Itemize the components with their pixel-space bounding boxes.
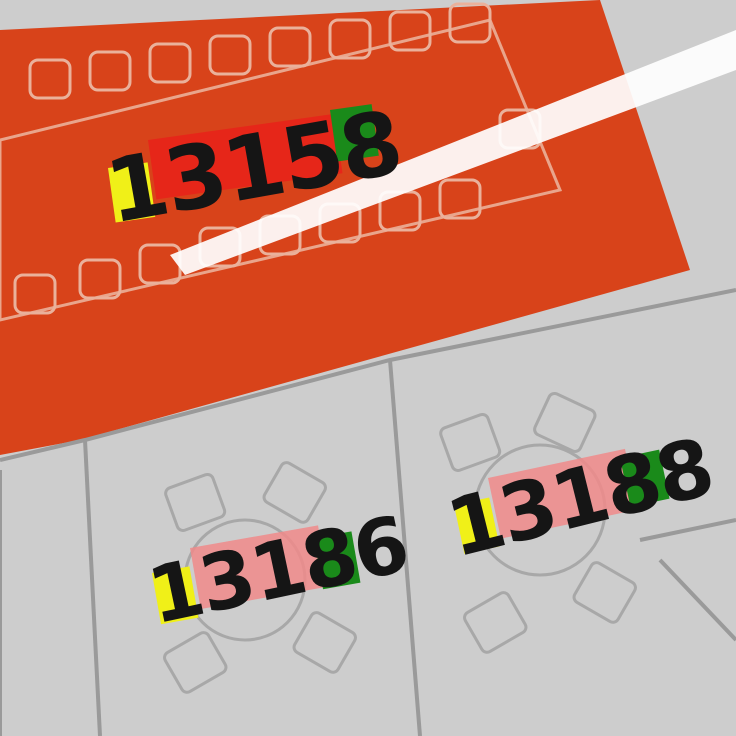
floor-plan-photo: 13158 13186 13188 bbox=[0, 0, 736, 736]
